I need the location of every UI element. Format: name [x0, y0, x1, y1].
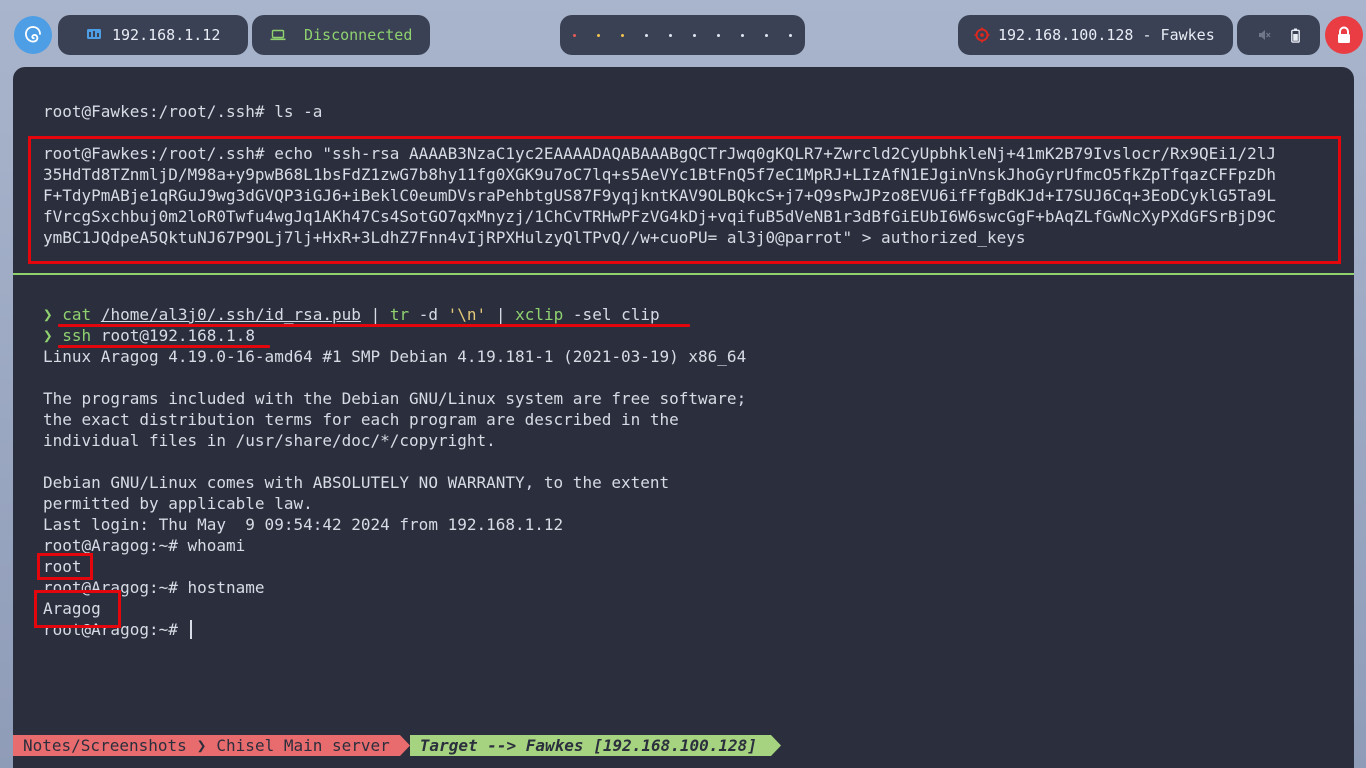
target-icon [974, 27, 990, 43]
vpn-status-widget[interactable]: Disconnected [252, 15, 430, 55]
prompt-arrow: ❯ [43, 305, 53, 324]
highlight-box-echo [28, 136, 1341, 264]
chevron-right-icon: ❯ [196, 735, 207, 756]
cmd-tr: tr [389, 305, 410, 324]
status-segment-notes-label: Notes/Screenshots [23, 736, 187, 755]
workspace-dot[interactable] [573, 33, 576, 37]
workspace-dot[interactable] [645, 33, 648, 37]
cmd-xclip: xclip [515, 305, 564, 324]
cmd-pipe: | [370, 305, 381, 324]
status-segment-notes[interactable]: Notes/Screenshots [13, 735, 197, 756]
lock-icon [1338, 26, 1350, 43]
pane-divider [13, 273, 1354, 275]
output-line: permitted by applicable law. [43, 494, 313, 513]
terminal-pane-top[interactable]: root@Fawkes:/root/.ssh# ls -a root@Fawke… [13, 67, 1354, 273]
workspace-dot[interactable] [765, 33, 768, 37]
cmd-pipe: | [495, 305, 506, 324]
cmd-cat: cat [62, 305, 92, 324]
status-segment-chisel[interactable]: Chisel Main server [206, 735, 400, 756]
output-line: Debian GNU/Linux comes with ABSOLUTELY N… [43, 473, 670, 492]
tmux-status-bar: Notes/Screenshots ❯ Chisel Main server T… [13, 735, 781, 756]
network-icon [86, 28, 102, 42]
status-segment-chisel-label: Chisel Main server [216, 736, 390, 755]
output-line: the exact distribution terms for each pr… [43, 410, 679, 429]
text-cursor [189, 620, 192, 639]
workspace-indicators [563, 33, 803, 37]
laptop-icon [270, 29, 286, 41]
status-segment-target-label: Target --> Fawkes [192.168.100.128] [419, 736, 757, 755]
segment-arrow-icon [770, 735, 781, 756]
debian-logo-icon [25, 26, 41, 43]
highlight-box-root [37, 553, 93, 580]
target-text: 192.168.100.128 - Fawkes [998, 26, 1215, 44]
workspace-dot[interactable] [717, 33, 720, 37]
cmd-ssh-args: root@192.168.1.8 [100, 326, 255, 345]
workspace-dot[interactable] [789, 33, 792, 37]
workspace-dot[interactable] [669, 33, 672, 37]
cmd-args: -sel clip [572, 305, 660, 324]
debian-logo-button[interactable] [14, 16, 52, 54]
local-ip-widget[interactable]: 192.168.1.12 [58, 15, 248, 55]
segment-arrow-icon [399, 735, 410, 756]
mute-icon[interactable] [1257, 28, 1271, 42]
battery-icon[interactable] [1291, 28, 1300, 43]
workspaces [560, 15, 805, 55]
highlight-box-hostname [34, 590, 121, 628]
lock-button[interactable] [1325, 16, 1363, 54]
local-ip-text: 192.168.1.12 [112, 26, 221, 44]
target-widget[interactable]: 192.168.100.128 - Fawkes [958, 15, 1233, 55]
output-line: individual files in /usr/share/doc/*/cop… [43, 431, 496, 450]
status-segment-target[interactable]: Target --> Fawkes [192.168.100.128] [409, 735, 771, 756]
cmd-ssh: ssh [62, 326, 92, 345]
prompt-arrow: ❯ [43, 326, 53, 345]
cmd-path: /home/al3j0/.ssh/id_rsa.pub [100, 305, 361, 324]
workspace-dot[interactable] [693, 33, 696, 37]
output-line: The programs included with the Debian GN… [43, 389, 747, 408]
terminal-window[interactable]: root@Fawkes:/root/.ssh# ls -a root@Fawke… [13, 67, 1354, 768]
output-line: Last login: Thu May 9 09:54:42 2024 from… [43, 515, 564, 534]
system-tray [1237, 15, 1320, 55]
output-line: Linux Aragog 4.19.0-16-amd64 #1 SMP Debi… [43, 347, 747, 366]
cmd-opt: -d [418, 305, 439, 324]
command-line-1: ❯ cat /home/al3j0/.ssh/id_rsa.pub | tr -… [43, 304, 660, 325]
terminal-line: root@Fawkes:/root/.ssh# ls -a [43, 102, 323, 121]
command-line-2: ❯ ssh root@192.168.1.8 [43, 325, 255, 346]
workspace-dot[interactable] [597, 33, 600, 37]
workspace-dot[interactable] [621, 33, 624, 37]
workspace-dot[interactable] [741, 33, 744, 37]
vpn-status-text: Disconnected [304, 26, 413, 44]
cmd-string: '\n' [447, 305, 487, 324]
